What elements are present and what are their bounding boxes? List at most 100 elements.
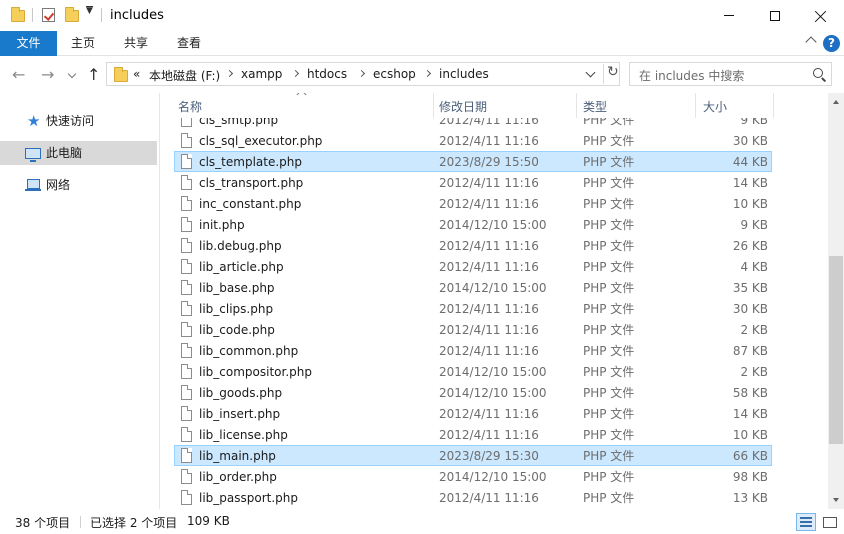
forward-arrow-icon[interactable]: → <box>41 67 54 83</box>
breadcrumb-separator-icon[interactable] <box>225 69 234 78</box>
column-divider[interactable] <box>773 93 774 118</box>
breadcrumb-separator-icon[interactable] <box>423 69 432 78</box>
table-row[interactable]: cls_template.php 2023/8/29 15:50 PHP 文件 44 … <box>174 151 772 172</box>
address-bar[interactable]: « 本地磁盘 (F:) xampp htdocs ecshop includes… <box>106 62 620 86</box>
table-row[interactable]: inc_constant.php 2012/4/11 11:16 PHP 文件 10 … <box>174 193 772 214</box>
properties-check-icon[interactable] <box>42 8 55 22</box>
sidebar-item-network[interactable]: 网络 <box>0 173 157 197</box>
tab-view[interactable]: 查看 <box>163 31 215 56</box>
file-name: lib_insert.php <box>199 407 281 421</box>
table-row[interactable]: lib_license.php 2012/4/11 11:16 PHP 文件 10 K… <box>174 424 772 445</box>
table-row[interactable]: lib_common.php 2012/4/11 11:16 PHP 文件 87 KB <box>174 340 772 361</box>
php-file-icon <box>181 490 192 505</box>
scroll-up-arrow-icon[interactable] <box>828 93 844 110</box>
maximize-button[interactable] <box>752 0 798 31</box>
tab-home[interactable]: 主页 <box>57 31 109 56</box>
sidebar-item-quick-access[interactable]: ★ 快速访问 <box>0 109 157 133</box>
file-type: PHP 文件 <box>583 155 635 169</box>
column-divider[interactable] <box>433 93 434 118</box>
column-header-size[interactable]: 大小 <box>703 98 727 115</box>
file-name: lib_compositor.php <box>199 365 312 379</box>
recent-locations-dropdown-icon[interactable] <box>67 69 77 79</box>
file-size: 2 KB <box>740 365 768 379</box>
column-divider[interactable] <box>695 93 696 118</box>
breadcrumb-separator-icon[interactable] <box>357 69 366 78</box>
network-icon <box>25 179 41 191</box>
close-button[interactable] <box>798 0 844 31</box>
file-name: lib_main.php <box>199 449 276 463</box>
column-header-date[interactable]: 修改日期 <box>439 98 487 115</box>
table-row[interactable]: lib_insert.php 2012/4/11 11:16 PHP 文件 14 KB <box>174 403 772 424</box>
expand-ribbon-chevron-icon[interactable] <box>805 36 817 48</box>
table-row[interactable]: lib_compositor.php 2014/12/10 15:00 PHP 文件… <box>174 361 772 382</box>
file-modified-date: 2023/8/29 15:50 <box>439 155 539 169</box>
breadcrumb-ecshop[interactable]: ecshop <box>373 67 416 81</box>
column-header-name[interactable]: 名称 <box>178 98 202 115</box>
breadcrumb-overflow[interactable]: « <box>133 67 140 81</box>
table-row[interactable]: lib_code.php 2012/4/11 11:16 PHP 文件 2 KB <box>174 319 772 340</box>
file-modified-date: 2012/4/11 11:16 <box>439 176 539 190</box>
table-row[interactable]: lib_clips.php 2012/4/11 11:16 PHP 文件 30 KB <box>174 298 772 319</box>
search-box[interactable]: 在 includes 中搜索 <box>629 62 832 86</box>
file-modified-date: 2012/4/11 11:16 <box>439 407 539 421</box>
file-type: PHP 文件 <box>583 344 635 358</box>
large-icons-view-icon[interactable] <box>820 513 840 531</box>
address-dropdown-icon[interactable] <box>585 67 596 78</box>
table-row[interactable]: cls_transport.php 2012/4/11 11:16 PHP 文件 14… <box>174 172 772 193</box>
file-size: 87 KB <box>732 344 768 358</box>
details-view-icon[interactable] <box>796 513 816 531</box>
search-input[interactable]: 在 includes 中搜索 <box>639 67 744 84</box>
back-arrow-icon[interactable]: ← <box>12 67 25 83</box>
file-name: lib.debug.php <box>199 239 282 253</box>
tab-share[interactable]: 共享 <box>110 31 162 56</box>
file-list: cls_smtp.php 2012/4/11 11:16 PHP 文件 9 KB cls… <box>161 93 828 509</box>
table-row[interactable]: lib_base.php 2014/12/10 15:00 PHP 文件 35 KB <box>174 277 772 298</box>
item-count: 38 个项目 <box>15 516 71 530</box>
tab-file[interactable]: 文件 <box>0 31 57 56</box>
refresh-icon[interactable]: ↻ <box>603 64 620 84</box>
breadcrumb-separator-icon[interactable] <box>291 69 300 78</box>
breadcrumb-xampp[interactable]: xampp <box>241 67 282 81</box>
file-type: PHP 文件 <box>583 134 635 148</box>
file-type: PHP 文件 <box>583 470 635 484</box>
table-row[interactable]: lib_order.php 2014/12/10 15:00 PHP 文件 98 KB <box>174 466 772 487</box>
table-row[interactable]: cls_sql_executor.php 2012/4/11 11:16 PHP 文… <box>174 130 772 151</box>
php-file-icon <box>181 175 192 190</box>
up-arrow-icon[interactable]: ↑ <box>87 67 100 83</box>
file-type: PHP 文件 <box>583 323 635 337</box>
column-header-type[interactable]: 类型 <box>583 98 607 115</box>
customize-quick-access-dropdown-icon[interactable]: ▼ <box>86 6 93 16</box>
minimize-button[interactable] <box>706 0 752 31</box>
breadcrumb-includes[interactable]: includes <box>439 67 489 81</box>
php-file-icon <box>181 427 192 442</box>
computer-icon <box>25 148 41 162</box>
php-file-icon <box>181 196 192 211</box>
file-name: lib_base.php <box>199 281 275 295</box>
file-name: lib_order.php <box>199 470 277 484</box>
file-size: 66 KB <box>732 449 768 463</box>
column-divider[interactable] <box>576 93 577 118</box>
file-size: 30 KB <box>732 134 768 148</box>
table-row[interactable]: init.php 2014/12/10 15:00 PHP 文件 9 KB <box>174 214 772 235</box>
table-row[interactable]: lib_article.php 2012/4/11 11:16 PHP 文件 4 KB <box>174 256 772 277</box>
table-row[interactable]: lib.debug.php 2012/4/11 11:16 PHP 文件 26 KB <box>174 235 772 256</box>
php-file-icon <box>181 280 192 295</box>
help-icon[interactable]: ? <box>823 35 840 52</box>
sidebar-item-label: 此电脑 <box>46 146 83 160</box>
scrollbar-thumb[interactable] <box>829 256 843 444</box>
sidebar-item-this-pc[interactable]: 此电脑 <box>0 141 157 165</box>
sort-ascending-icon <box>296 93 307 100</box>
new-folder-icon[interactable] <box>65 7 79 22</box>
vertical-scrollbar[interactable] <box>828 93 844 509</box>
file-type: PHP 文件 <box>583 491 635 505</box>
file-type: PHP 文件 <box>583 449 635 463</box>
table-row[interactable]: lib_goods.php 2014/12/10 15:00 PHP 文件 58 KB <box>174 382 772 403</box>
table-row[interactable]: lib_passport.php 2012/4/11 11:16 PHP 文件 13 … <box>174 487 772 508</box>
breadcrumb-drive[interactable]: 本地磁盘 (F:) <box>149 67 220 84</box>
scroll-down-arrow-icon[interactable] <box>828 492 844 509</box>
search-icon[interactable] <box>813 68 823 78</box>
breadcrumb-htdocs[interactable]: htdocs <box>307 67 347 81</box>
table-row[interactable]: lib_main.php 2023/8/29 15:30 PHP 文件 66 KB <box>174 445 772 466</box>
sidebar-item-label: 快速访问 <box>46 114 95 128</box>
php-file-icon <box>181 217 192 232</box>
